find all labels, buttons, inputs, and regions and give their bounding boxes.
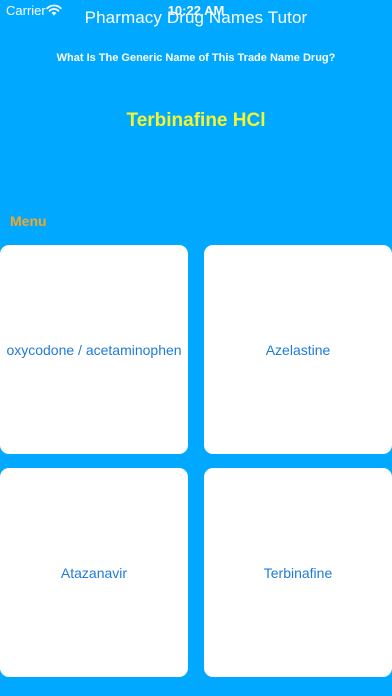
- quiz-question: What Is The Generic Name of This Trade N…: [56, 52, 336, 64]
- answer-option-3[interactable]: Atazanavir: [0, 468, 188, 677]
- answer-option-2[interactable]: Azelastine: [204, 245, 392, 454]
- app-title: Pharmacy Drug Names Tutor: [84, 8, 308, 27]
- menu-button[interactable]: Menu: [10, 213, 47, 229]
- trade-drug-name: Terbinafine HCl: [126, 110, 266, 131]
- answer-option-1[interactable]: oxycodone / acetaminophen: [0, 245, 188, 454]
- answer-option-4[interactable]: Terbinafine: [204, 468, 392, 677]
